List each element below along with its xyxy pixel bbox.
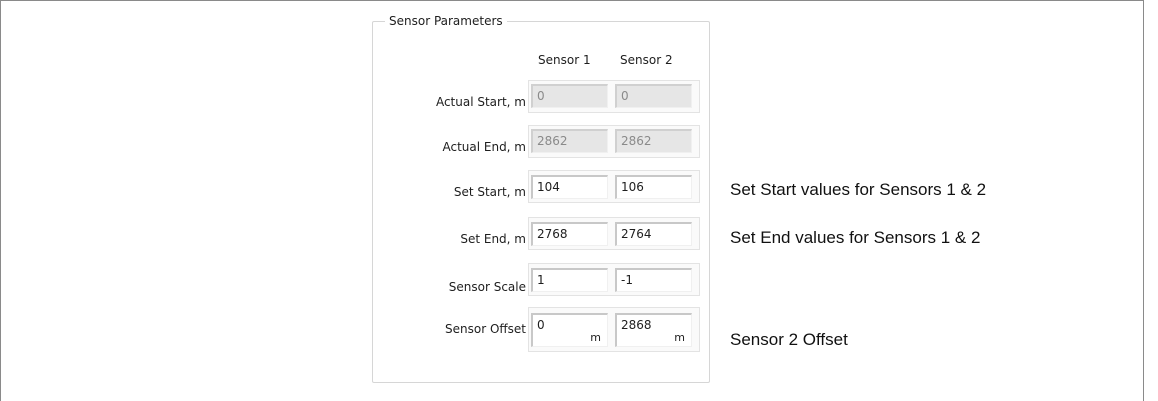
actual-start-sensor-1-field: 0 [531, 84, 608, 108]
set-end-sensor-1-input[interactable]: 2768 [531, 222, 608, 246]
actual-end-sensor-1-field: 2862 [531, 129, 608, 153]
actual-end-sensor-2-field: 2862 [615, 129, 692, 153]
unit-label: m [590, 331, 601, 344]
label-sensor-offset: Sensor Offset [445, 322, 526, 336]
label-actual-end: Actual End, m [442, 140, 526, 154]
label-set-end: Set End, m [460, 232, 526, 246]
set-start-sensor-2-input[interactable]: 106 [615, 175, 692, 199]
sensor-offset-sensor-1-value: 0 [537, 318, 545, 332]
annotation-set-end: Set End values for Sensors 1 & 2 [730, 228, 981, 247]
annotation-sensor-2-offset: Sensor 2 Offset [730, 330, 848, 349]
sensor-offset-sensor-2-input[interactable]: 2868 m [615, 313, 692, 347]
sensor-offset-sensor-2-value: 2868 [621, 318, 652, 332]
unit-label: m [674, 331, 685, 344]
set-end-sensor-2-input[interactable]: 2764 [615, 222, 692, 246]
column-header-sensor-1: Sensor 1 [538, 53, 591, 67]
groupbox-title: Sensor Parameters [385, 14, 507, 28]
label-set-start: Set Start, m [453, 185, 526, 199]
column-header-sensor-2: Sensor 2 [620, 53, 673, 67]
set-start-sensor-1-input[interactable]: 104 [531, 175, 608, 199]
label-actual-start: Actual Start, m [435, 95, 526, 109]
actual-start-sensor-2-field: 0 [615, 84, 692, 108]
sensor-offset-sensor-1-input[interactable]: 0 m [531, 313, 608, 347]
sensor-scale-sensor-2-input[interactable]: -1 [615, 268, 692, 292]
annotation-set-start: Set Start values for Sensors 1 & 2 [730, 180, 987, 199]
label-sensor-scale: Sensor Scale [448, 280, 526, 294]
sensor-scale-sensor-1-input[interactable]: 1 [531, 268, 608, 292]
